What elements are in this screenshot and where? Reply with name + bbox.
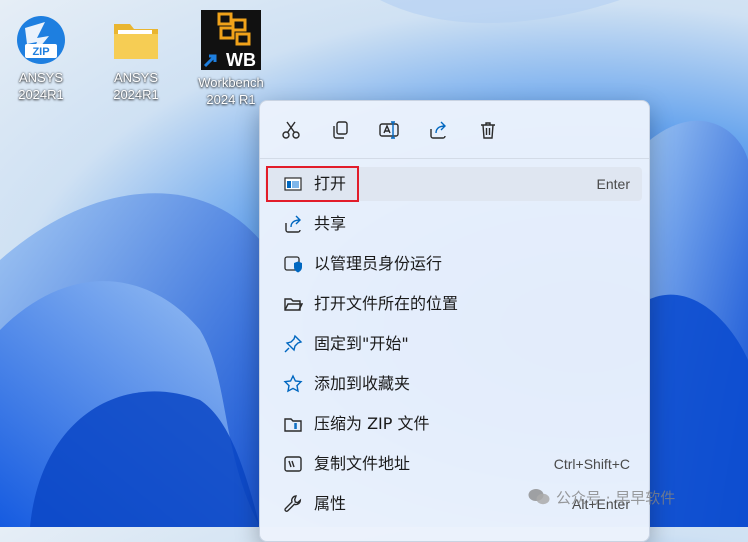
- menu-item-label: 打开文件所在的位置: [314, 294, 459, 313]
- desktop-icon-ansys-zip[interactable]: ZIP ANSYS 2024R1: [4, 14, 78, 103]
- desktop-icon-workbench[interactable]: WB Workbench 2024 R1: [194, 10, 268, 108]
- workbench-shortcut-icon: WB: [201, 10, 261, 70]
- folder-open-icon: [283, 294, 303, 314]
- menu-item-compress-zip[interactable]: 压缩为 ZIP 文件: [265, 407, 642, 441]
- desktop-icon-label: Workbench 2024 R1: [198, 75, 264, 107]
- highlight-box: [266, 166, 359, 202]
- delete-icon: [481, 122, 495, 139]
- wrench-icon: [283, 494, 303, 514]
- desktop-icon-label: ANSYS 2024R1: [18, 70, 64, 102]
- watermark: 公众号 · 早早软件: [528, 486, 743, 508]
- menu-item-label: 属性: [314, 494, 347, 513]
- menu-item-open-file-location[interactable]: 打开文件所在的位置: [265, 287, 642, 321]
- menu-item-pin-to-start[interactable]: 固定到"开始": [265, 327, 642, 361]
- wechat-icon: [528, 489, 550, 505]
- delete-button[interactable]: [473, 115, 503, 145]
- menu-item-label: 共享: [314, 214, 347, 233]
- folder-icon: [110, 14, 162, 66]
- rename-icon: [379, 121, 399, 139]
- menu-item-share[interactable]: 共享: [265, 207, 642, 241]
- watermark-text: 公众号 · 早早软件: [556, 488, 676, 507]
- cut-icon: [282, 121, 300, 139]
- menu-item-copy-path[interactable]: 复制文件地址 Ctrl+Shift+C: [265, 447, 642, 481]
- desktop-icon-ansys-folder[interactable]: ANSYS 2024R1: [99, 14, 173, 103]
- desktop-icon-label: ANSYS 2024R1: [113, 70, 159, 102]
- menu-item-run-as-admin[interactable]: 以管理员身份运行: [265, 247, 642, 281]
- share-button[interactable]: [423, 115, 453, 145]
- menu-item-shortcut: Ctrl+Shift+C: [553, 456, 630, 472]
- share-icon: [430, 121, 446, 139]
- star-icon: [283, 374, 303, 394]
- zip-badge: ZIP: [32, 46, 49, 58]
- context-menu-toolbar: [260, 101, 649, 159]
- menu-item-add-to-favorites[interactable]: 添加到收藏夹: [265, 367, 642, 401]
- menu-item-shortcut: Enter: [596, 176, 630, 192]
- menu-item-label: 压缩为 ZIP 文件: [314, 414, 430, 433]
- cut-button[interactable]: [276, 115, 306, 145]
- rename-button[interactable]: [374, 115, 404, 145]
- menu-item-label: 复制文件地址: [314, 454, 411, 473]
- zip-compress-icon: [283, 414, 303, 434]
- admin-shield-icon: [283, 254, 303, 274]
- copy-icon: [333, 121, 348, 139]
- copy-button[interactable]: [325, 115, 355, 145]
- share-icon: [283, 214, 303, 234]
- zip-archive-icon: ZIP: [15, 14, 67, 66]
- copy-path-icon: [283, 454, 303, 474]
- pin-icon: [283, 334, 303, 354]
- menu-item-label: 固定到"开始": [314, 334, 409, 353]
- wb-badge: WB: [226, 50, 256, 70]
- menu-item-label: 添加到收藏夹: [314, 374, 411, 393]
- menu-item-label: 以管理员身份运行: [314, 254, 443, 273]
